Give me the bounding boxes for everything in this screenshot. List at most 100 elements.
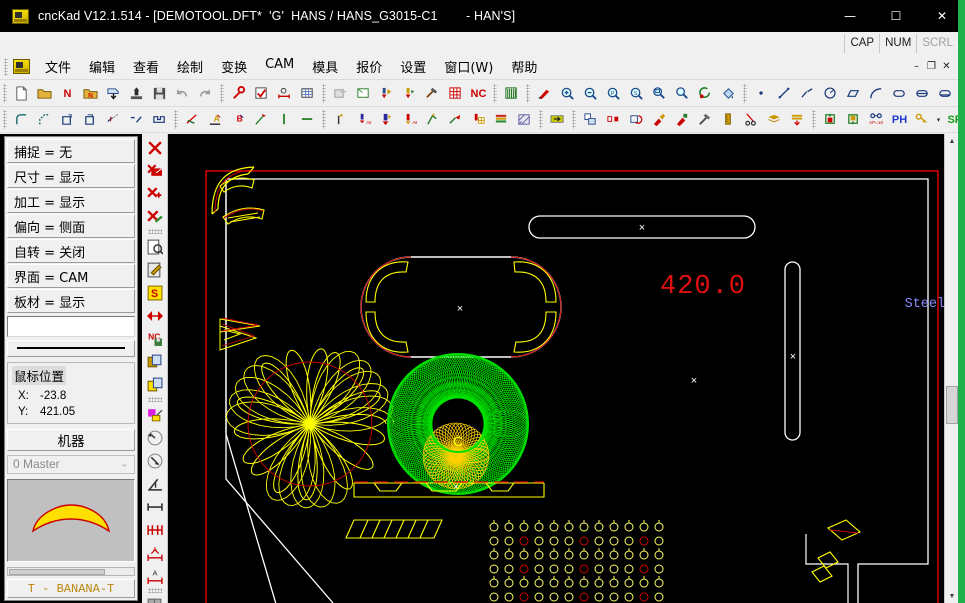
zoom-in-icon[interactable] [556,83,579,105]
corner-icon[interactable] [56,109,79,131]
ruler-icon[interactable] [717,109,740,131]
table2-icon[interactable] [467,109,490,131]
trim-line-icon[interactable] [102,109,125,131]
text-a-icon[interactable]: A [204,109,227,131]
punch-down-icon[interactable] [375,109,398,131]
etch-abc-icon[interactable]: ABC [352,109,375,131]
save-icon[interactable] [148,83,171,105]
menu-item-8[interactable]: 设置 [391,54,435,79]
verify-icon[interactable] [250,83,273,105]
arc-cw-icon[interactable] [143,449,166,472]
punch-icon[interactable] [375,83,398,105]
snap-state[interactable]: 捕捉 = 无 [7,139,135,163]
nc-text-icon[interactable]: NC [467,83,490,105]
clamp-down-icon[interactable] [842,109,865,131]
import-dxf-icon[interactable] [102,83,125,105]
master-tool-select[interactable]: 0 Master ⌄ [7,454,135,474]
menu-item-4[interactable]: 变换 [212,54,256,79]
zoom-sel-icon[interactable]: S [625,83,648,105]
mirror-icon[interactable] [602,109,625,131]
arc-icon[interactable] [865,83,888,105]
save-nc-icon[interactable]: NC [143,327,166,350]
menu-item-5[interactable]: CAM [256,54,303,79]
polyline-icon[interactable] [796,83,819,105]
minimize-button[interactable]: — [827,0,873,32]
auto-tool-icon[interactable] [329,83,352,105]
cnckad-app-icon[interactable] [12,8,29,24]
dim-a2-icon[interactable]: A [143,564,166,587]
punch2-icon[interactable] [398,83,421,105]
open-file-icon[interactable] [33,83,56,105]
vline-icon[interactable] [273,109,296,131]
hammer-icon[interactable] [421,83,444,105]
paint2-icon[interactable] [671,109,694,131]
rect-icon[interactable] [842,83,865,105]
clamp-up-icon[interactable] [819,109,842,131]
copy-icon[interactable] [579,109,602,131]
edit-nc-icon[interactable] [143,258,166,281]
scroll-down-arrow[interactable]: ▼ [945,589,958,603]
copy-part-icon[interactable] [143,350,166,373]
dim-a-icon[interactable]: A [143,541,166,564]
interface-state[interactable]: 界面 = CAM [7,264,135,288]
notch-icon[interactable] [148,109,171,131]
chamfer-icon[interactable] [33,109,56,131]
menu-item-7[interactable]: 报价 [347,54,391,79]
sheet-state[interactable]: 板材 = 显示 [7,289,135,313]
mdi-minimize-button[interactable]: – [909,59,924,74]
refresh-icon[interactable] [694,83,717,105]
scissors-icon[interactable] [740,109,763,131]
menu-item-1[interactable]: 编辑 [80,54,124,79]
measure-icon[interactable] [227,83,250,105]
dimension-state[interactable]: 尺寸 = 显示 [7,164,135,188]
arrow-right-icon[interactable] [546,109,569,131]
corner2-icon[interactable] [79,109,102,131]
delete-line-icon[interactable] [143,205,166,228]
point-icon[interactable] [750,83,773,105]
cut-tool-icon[interactable] [533,83,556,105]
paint-icon[interactable] [648,109,671,131]
marker-icon[interactable] [329,109,352,131]
scroll-up-arrow[interactable]: ▲ [945,134,958,148]
menu-item-9[interactable]: 窗口(W) [435,54,502,79]
line-icon[interactable] [773,83,796,105]
import-nc-icon[interactable]: N [56,83,79,105]
measure-red-icon[interactable] [143,518,166,541]
ph-icon[interactable]: PH [888,109,911,131]
toolbar-drag-grip[interactable] [3,110,7,129]
scrollbar-thumb[interactable] [946,386,958,424]
dimension-icon[interactable] [273,83,296,105]
fillet-icon[interactable] [10,109,33,131]
stack-icon[interactable] [763,109,786,131]
panel-horizontal-scrollbar[interactable] [7,567,135,577]
bend-icon[interactable] [421,109,444,131]
text-b-icon[interactable]: B [227,109,250,131]
table-icon[interactable] [444,83,467,105]
mdi-close-button[interactable]: ✕ [939,59,954,74]
machining-state[interactable]: 加工 = 显示 [7,189,135,213]
zoom-prev-icon[interactable]: P [602,83,625,105]
document-icon[interactable] [13,59,30,74]
copy-part2-icon[interactable] [143,373,166,396]
undo-icon[interactable] [171,83,194,105]
tool-red-icon[interactable] [444,109,467,131]
hline-icon[interactable] [296,109,319,131]
align-icon[interactable] [786,109,809,131]
select-tool-icon[interactable] [143,403,166,426]
rotation-state[interactable]: 自转 = 关闭 [7,239,135,263]
menu-item-6[interactable]: 模具 [303,54,347,79]
angle-icon[interactable] [143,472,166,495]
obround-icon[interactable] [888,83,911,105]
canvas-vertical-scrollbar[interactable]: ▲ ▼ [944,134,958,603]
open-nc-icon[interactable]: N [79,83,102,105]
menu-drag-grip[interactable] [4,57,8,76]
mdi-restore-button[interactable]: ❐ [924,59,939,74]
delete-part-icon[interactable] [143,159,166,182]
delete-tool-icon[interactable] [143,136,166,159]
spirograph-part-green-selected[interactable] [387,353,529,495]
rotate-icon[interactable] [625,109,648,131]
maximize-button[interactable]: ☐ [873,0,919,32]
hatch-icon[interactable] [513,109,536,131]
dim-linear-icon[interactable] [181,109,204,131]
command-input[interactable] [7,316,135,337]
